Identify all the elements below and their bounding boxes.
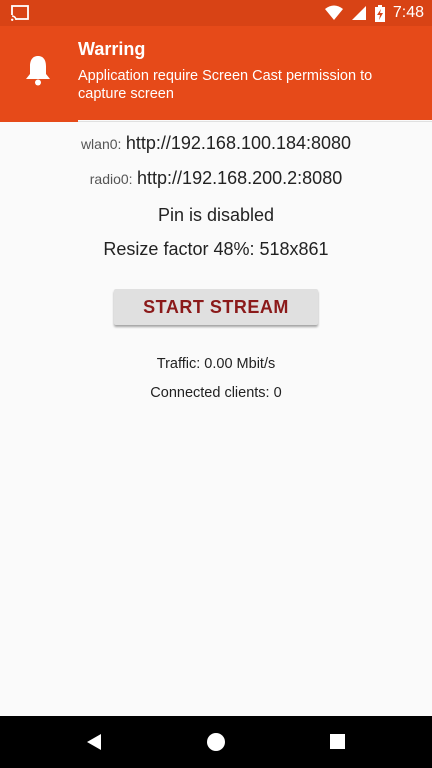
navigation-bar [0,716,432,768]
address-row-radio0: radio0: http://192.168.200.2:8080 [0,168,432,189]
status-time: 7:48 [392,4,424,21]
cast-icon [11,5,29,21]
pin-status: Pin is disabled [157,205,275,225]
address-label: wlan0: [80,136,122,152]
home-icon[interactable] [207,733,225,751]
address-url[interactable]: http://192.168.100.184:8080 [126,133,351,153]
bell-icon [26,56,50,86]
resize-info: Resize factor 48%: 518x861 [103,239,329,259]
permission-warning[interactable]: Warring Application require Screen Cast … [0,26,432,120]
app-screen: 7:48 Warring Application require Screen … [0,0,432,768]
signal-icon [351,6,366,20]
status-bar: 7:48 [0,0,432,26]
battery-charging-icon [374,4,385,22]
warning-message: Application require Screen Cast permissi… [78,68,373,102]
recents-icon[interactable] [330,734,345,749]
header-accent-line [0,120,78,122]
back-icon[interactable] [86,733,102,751]
warning-title: Warring [78,39,146,59]
header-divider [78,121,432,122]
address-row-wlan0: wlan0: http://192.168.100.184:8080 [0,133,432,154]
clients-info: Connected clients: 0 [150,385,282,401]
traffic-info: Traffic: 0.00 Mbit/s [156,356,276,372]
wifi-icon [324,5,343,20]
address-url[interactable]: http://192.168.200.2:8080 [137,168,342,188]
address-label: radio0: [89,171,133,187]
start-stream-button[interactable]: START STREAM [114,289,318,325]
